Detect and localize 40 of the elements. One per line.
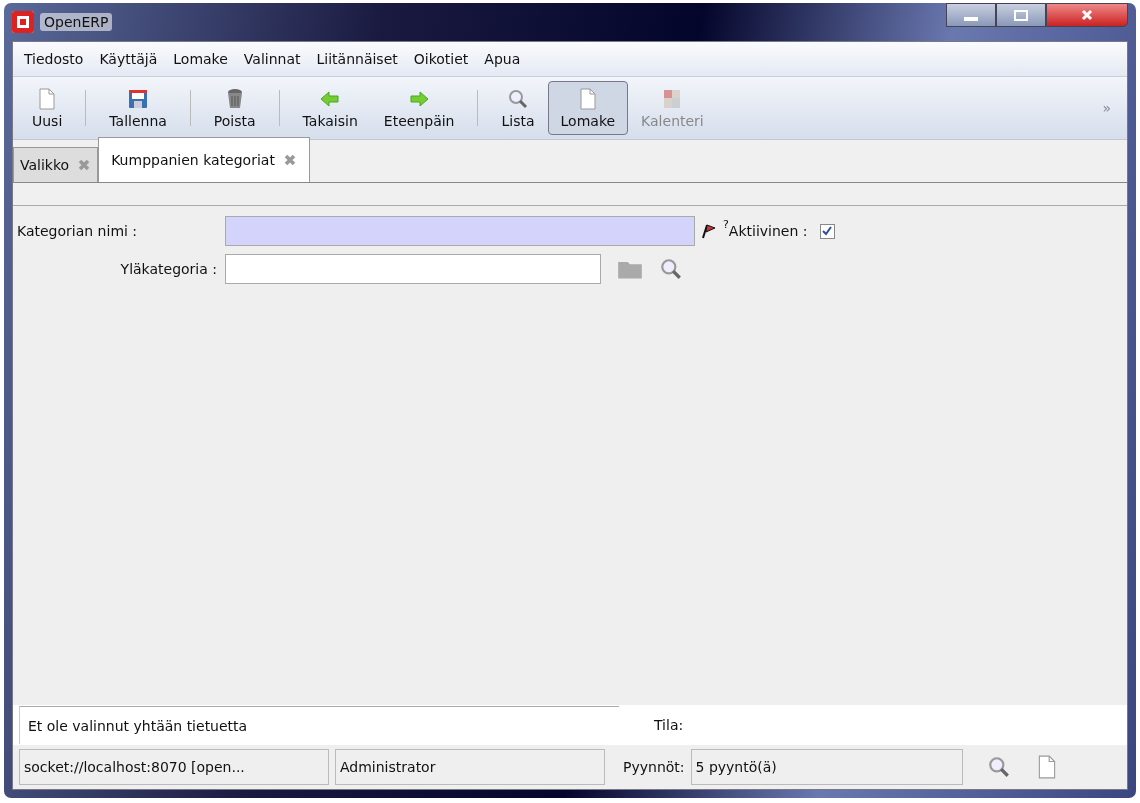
search-icon [507,87,529,110]
server-address: socket://localhost:8070 [open... [19,749,329,785]
menu-item[interactable]: Valinnat [242,49,302,69]
menu-item[interactable]: Liitännäiset [315,49,399,69]
active-checkbox[interactable] [819,223,835,239]
tab[interactable]: Valikko [13,147,99,182]
field-label: Yläkategoria : [119,261,217,277]
close-icon [1080,8,1094,22]
menu-item[interactable]: Lomake [172,49,229,69]
window-title: OpenERP [40,13,113,31]
toolbar-button[interactable]: Tallenna [96,81,180,135]
user-name: Administrator [335,749,605,785]
tab[interactable]: Kumppanien kategoriat [98,137,310,182]
field-label: Aktiivinen : [728,223,808,239]
toolbar-button[interactable]: Lista [488,81,548,135]
toolbar-button[interactable]: Takaisin [289,81,371,135]
status-message: Et ole valinnut yhtään tietuetta [19,706,619,744]
toolbar-button[interactable]: Poista [200,81,269,135]
help-mark[interactable]: ? [723,218,729,231]
menu-item[interactable]: Oikotiet [412,49,470,69]
toolbar-button[interactable]: Lomake [547,81,629,135]
requests-label: Pyynnöt: [623,759,685,775]
menu-item[interactable]: Käyttäjä [98,49,159,69]
search-icon[interactable] [986,755,1011,779]
requests-count: 5 pyyntö(ä) [690,749,963,785]
state-label: Tila: [654,717,684,733]
maximize-button[interactable] [996,3,1046,27]
logo-icon [12,11,34,33]
minimize-button[interactable] [946,3,996,27]
flag-icon[interactable] [701,223,717,239]
toolbar-button[interactable]: Eteenpäin [370,81,468,135]
parent-field[interactable] [225,254,601,284]
name-field[interactable] [225,216,695,246]
close-icon[interactable] [282,153,297,167]
field-label: Kategorian nimi : [17,223,139,239]
toolbar-button[interactable]: Uusi [19,81,76,135]
menu-item[interactable]: Tiedosto [23,49,85,69]
menu-item[interactable]: Apua [483,49,522,69]
search-icon[interactable] [659,257,683,281]
close-button[interactable] [1046,3,1128,27]
